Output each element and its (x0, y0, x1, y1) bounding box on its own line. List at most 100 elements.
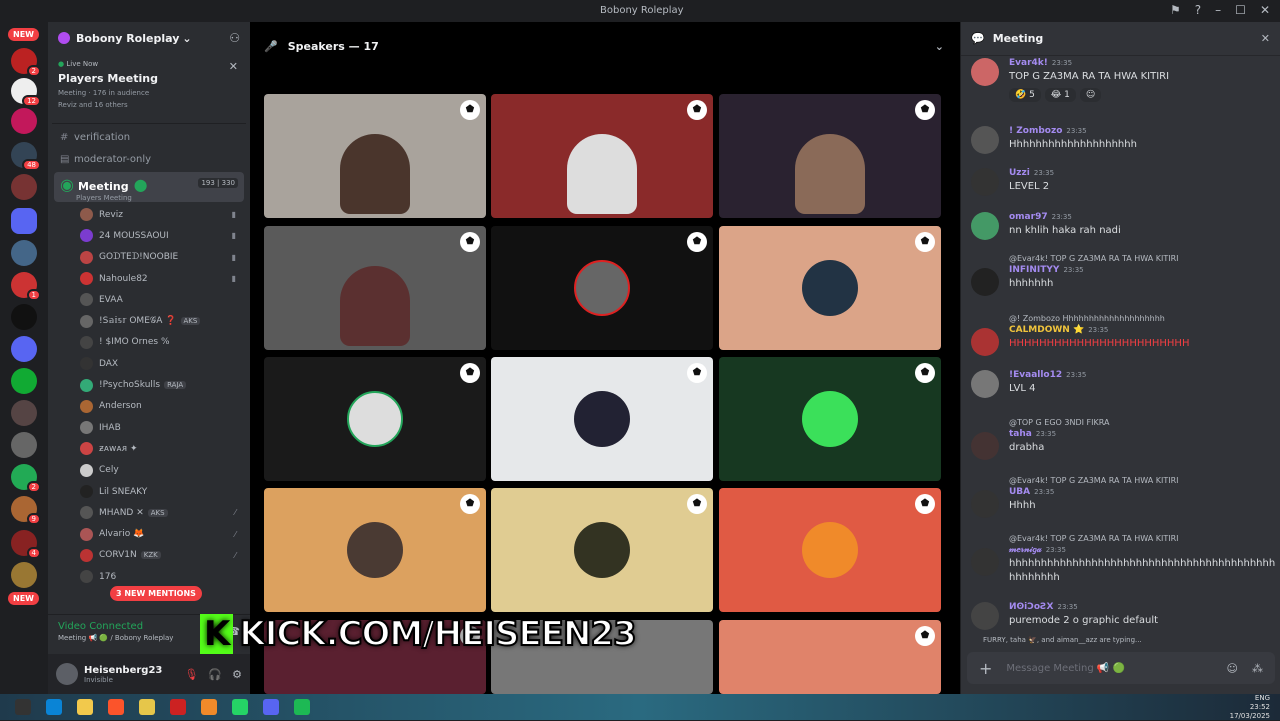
pin-icon[interactable]: ⬟ (687, 100, 707, 120)
avatar[interactable] (971, 490, 999, 518)
chat-message[interactable]: @! Zombozo Hhhhhhhhhhhhhhhhhhhh CALMDOWN … (971, 314, 1271, 356)
pin-icon[interactable]: ⬟ (460, 494, 480, 514)
server-icon[interactable]: 2 (11, 464, 41, 493)
avatar[interactable] (971, 268, 999, 296)
system-tray[interactable]: ENG 23:52 17/03/2025 (1230, 694, 1270, 721)
server-icon[interactable]: 48 (11, 142, 41, 171)
new-mentions-pill[interactable]: 3 NEW MENTIONS (110, 586, 202, 601)
voice-user[interactable]: ƶᴀᴡᴀᴙ ✦ (48, 438, 250, 459)
discord-icon[interactable] (263, 699, 279, 715)
avatar[interactable] (971, 602, 999, 630)
edge-icon[interactable] (46, 699, 62, 715)
close-icon[interactable]: ✕ (1261, 32, 1270, 45)
video-tile[interactable]: ⬟ (264, 94, 486, 218)
close-icon[interactable]: ✕ (229, 60, 238, 73)
server-header[interactable]: Bobony Roleplay ⌄ ⚇ (48, 22, 250, 54)
spotify-icon[interactable] (294, 699, 310, 715)
pin-icon[interactable]: ⬟ (915, 363, 935, 383)
close-button[interactable]: ✕ (1260, 3, 1270, 17)
message-author[interactable]: taha (1009, 429, 1032, 439)
chat-message[interactable]: @Evar4k! TOP G ZA3MA RA TA HWA KITIRI 𝓂𝑒𝓇… (971, 534, 1275, 585)
server-icon[interactable] (11, 400, 37, 426)
voice-user[interactable]: !S𝕒𝕚𝕤𝕣 ΟΜΕ𝒢Α ❓ AKS (48, 310, 250, 331)
server-icon[interactable]: 2 (11, 48, 41, 77)
audio-tile[interactable]: ⬟ (719, 357, 941, 481)
app-icon[interactable] (201, 699, 217, 715)
message-author[interactable]: INFINITYY (1009, 265, 1059, 275)
server-icon[interactable]: 12 (11, 78, 41, 107)
app-icon[interactable] (170, 699, 186, 715)
audio-tile[interactable]: ⬟ (264, 357, 486, 481)
avatar[interactable] (56, 663, 78, 685)
headphones-icon[interactable]: 🎧 (208, 668, 222, 681)
avatar[interactable] (971, 370, 999, 398)
server-icon[interactable] (11, 174, 37, 200)
maximize-button[interactable]: ☐ (1235, 3, 1246, 17)
pin-icon[interactable]: ⬟ (915, 100, 935, 120)
pin-icon[interactable]: ⬟ (460, 100, 480, 120)
avatar[interactable] (971, 126, 999, 154)
avatar[interactable] (971, 328, 999, 356)
audio-tile[interactable]: ⬟ (491, 226, 713, 350)
voice-user[interactable]: ! $IMO Ornes % (48, 332, 250, 353)
voice-user[interactable]: Anderson (48, 396, 250, 417)
reply-preview[interactable]: @TOP G EGO 3NDI FIKRA (1009, 418, 1271, 427)
pin-icon[interactable]: ⬟ (687, 494, 707, 514)
chat-message[interactable]: @TOP G EGO 3NDI FIKRA taha 23:35 drabha (971, 418, 1271, 460)
mute-icon[interactable]: 🎙 (184, 668, 198, 681)
chat-message[interactable]: !Evaallo12 23:35 LVL 4 (971, 370, 1271, 398)
notes-icon[interactable] (139, 699, 155, 715)
server-icon[interactable] (11, 304, 37, 330)
message-input[interactable]: Message Meeting 📢 🟢 (1006, 663, 1125, 674)
voice-channel-meeting[interactable]: ◉ Meeting ● Players Meeting 193 | 330 (54, 172, 244, 202)
apps-icon[interactable]: ⁂ (1252, 662, 1263, 675)
voice-user[interactable]: EVAA (48, 289, 250, 310)
folder-icon[interactable] (11, 208, 37, 234)
server-icon[interactable] (11, 108, 37, 134)
pin-icon[interactable]: ⬟ (460, 232, 480, 252)
audio-tile[interactable]: ⬟ (491, 357, 713, 481)
chat-message[interactable]: Uzzi 23:35 LEVEL 2 (971, 168, 1271, 196)
pin-icon[interactable]: ⬟ (460, 363, 480, 383)
chat-message[interactable]: @Evar4k! TOP G ZA3MA RA TA HWA KITIRI INF… (971, 254, 1271, 296)
pin-icon[interactable]: ⬟ (915, 232, 935, 252)
avatar[interactable] (971, 548, 999, 576)
brave-icon[interactable] (108, 699, 124, 715)
pin-icon[interactable]: ⬟ (687, 363, 707, 383)
voice-user[interactable]: !PsychoSkulls RAJA (48, 374, 250, 395)
chat-message[interactable]: omar97 23:35 nn khlih haka rah nadi (971, 212, 1271, 240)
video-tile[interactable]: ⬟ (719, 94, 941, 218)
audio-tile[interactable]: ⬟ (491, 488, 713, 612)
inbox-icon[interactable]: ⚑ (1170, 3, 1181, 17)
message-composer[interactable]: + Message Meeting 📢 🟢 ☺ ⁂ (967, 652, 1275, 684)
reply-preview[interactable]: @Evar4k! TOP G ZA3MA RA TA HWA KITIRI (1009, 254, 1271, 263)
message-author[interactable]: Evar4k! (1009, 58, 1048, 68)
voice-user[interactable]: IHAB (48, 417, 250, 438)
pin-icon[interactable]: ⬟ (915, 626, 935, 646)
voice-user[interactable]: Cely (48, 460, 250, 481)
channel-moderator-only[interactable]: ▤ moderator-only (48, 148, 250, 170)
voice-user[interactable]: GOᗪTEᗪ!NOOBIE ▮ (48, 247, 250, 268)
message-author[interactable]: ИʘiƆoƧX (1009, 602, 1053, 612)
chat-message[interactable]: @Evar4k! TOP G ZA3MA RA TA HWA KITIRI UBA… (971, 476, 1271, 518)
discord-home-icon[interactable] (11, 336, 37, 362)
whatsapp-icon[interactable] (232, 699, 248, 715)
reaction-button[interactable]: ☺ (1079, 88, 1102, 102)
invite-icon[interactable]: ⚇ (229, 31, 240, 45)
avatar[interactable] (971, 212, 999, 240)
emoji-icon[interactable]: ☺ (1227, 662, 1238, 675)
chat-message[interactable]: ! Zombozo 23:35 Hhhhhhhhhhhhhhhhhhhh (971, 126, 1271, 154)
audio-tile[interactable]: ⬟ (719, 488, 941, 612)
chat-message[interactable]: Evar4k! 23:35 TOP G ZA3MA RA TA HWA KITIRI… (971, 58, 1271, 102)
voice-user[interactable]: Nahoule82 ▮ (48, 268, 250, 289)
video-tile[interactable]: ⬟ (491, 94, 713, 218)
avatar[interactable] (971, 168, 999, 196)
chat-message[interactable]: ИʘiƆoƧX 23:35 puremode 2 o graphic default (971, 602, 1271, 630)
server-icon[interactable] (11, 432, 37, 458)
pin-icon[interactable]: ⬟ (687, 232, 707, 252)
reply-preview[interactable]: @! Zombozo Hhhhhhhhhhhhhhhhhhhh (1009, 314, 1271, 323)
message-author[interactable]: UBA (1009, 487, 1030, 497)
avatar[interactable] (971, 432, 999, 460)
voice-user[interactable]: Alvario 🦊 ⁄ (48, 523, 250, 544)
voice-user[interactable]: DAX (48, 353, 250, 374)
